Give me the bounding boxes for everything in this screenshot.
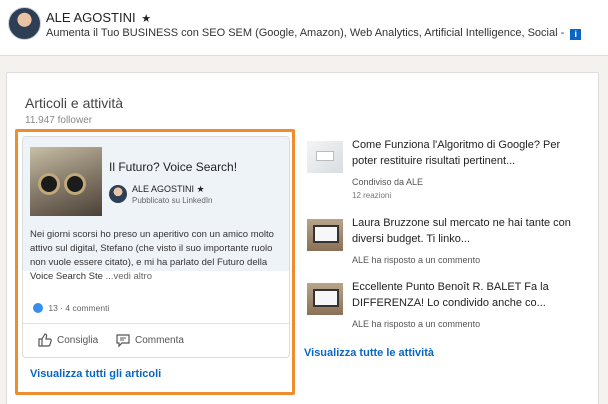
laptop-thumbnail[interactable] [307, 283, 343, 315]
article-card[interactable]: Il Futuro? Voice Search! ALE AGOSTINI ★ … [22, 136, 290, 358]
activity-meta: ALE ha risposto a un commento [352, 255, 481, 265]
comment-button-label[interactable]: Commenta [135, 335, 184, 346]
divider [23, 323, 289, 324]
articles-activity-card: Articoli e attività 11.947 follower Il F… [6, 72, 599, 404]
article-published: Pubblicato su LinkedIn [132, 196, 213, 205]
see-all-activities-link[interactable]: Visualizza tutte le attività [304, 347, 434, 359]
comment-icon [116, 334, 130, 348]
profile-name-text[interactable]: ALE AGOSTINI [46, 10, 136, 25]
profile-headline: Aumenta il Tuo BUSINESS con SEO SEM (Goo… [46, 27, 582, 40]
profile-headline-text: Aumenta il Tuo BUSINESS con SEO SEM (Goo… [46, 27, 565, 39]
article-thumbnail[interactable] [30, 147, 102, 216]
article-preview[interactable]: Il Futuro? Voice Search! ALE AGOSTINI ★ … [23, 137, 289, 282]
google-screen-thumbnail[interactable] [307, 141, 343, 173]
activity-title[interactable]: Laura Bruzzone sul mercato ne hai tante … [352, 215, 582, 247]
follower-count: 11.947 follower [25, 115, 93, 126]
activity-title[interactable]: Come Funziona l'Algoritmo di Google? Per… [352, 137, 582, 169]
activity-reactions[interactable]: 12 reazioni [352, 191, 391, 200]
info-icon: i [570, 29, 582, 40]
article-stats[interactable]: 13 · 4 commenti [33, 303, 109, 313]
activity-title[interactable]: Eccellente Punto Benoît R. BALET Fa la D… [352, 279, 582, 311]
article-author: ALE AGOSTINI ★ [132, 184, 205, 194]
activity-meta: ALE ha risposto a un commento [352, 319, 481, 329]
highlighted-articles-region: Il Futuro? Voice Search! ALE AGOSTINI ★ … [15, 129, 295, 395]
like-reaction-icon [33, 303, 43, 313]
activity-item[interactable]: Laura Bruzzone sul mercato ne hai tante … [307, 213, 587, 273]
author-avatar [109, 185, 127, 203]
comment-button[interactable]: Commenta [115, 332, 184, 348]
profile-header: ALE AGOSTINI ★ Aumenta il Tuo BUSINESS c… [0, 0, 608, 56]
laptop-thumbnail[interactable] [307, 219, 343, 251]
profile-name[interactable]: ALE AGOSTINI ★ [46, 10, 151, 25]
see-all-articles-link[interactable]: Visualizza tutti gli articoli [30, 368, 161, 380]
activity-meta: Condiviso da ALE [352, 177, 424, 187]
star-icon: ★ [141, 13, 152, 25]
activity-item[interactable]: Come Funziona l'Algoritmo di Google? Per… [307, 135, 587, 200]
avatar[interactable] [8, 7, 41, 40]
section-title: Articoli e attività [25, 95, 124, 111]
thumbs-up-icon [38, 333, 52, 347]
like-button-label[interactable]: Consiglia [57, 335, 98, 346]
article-stats-text[interactable]: 13 · 4 commenti [48, 303, 109, 313]
like-button[interactable]: Consiglia [37, 332, 98, 348]
binoculars-lens-right [64, 173, 86, 195]
see-more-link[interactable]: ...vedi altro [106, 271, 152, 282]
article-excerpt: Nei giorni scorsi ho preso un aperitivo … [30, 228, 282, 284]
binoculars-lens-left [38, 173, 60, 195]
article-title[interactable]: Il Futuro? Voice Search! [109, 160, 237, 174]
activity-item[interactable]: Eccellente Punto Benoît R. BALET Fa la D… [307, 277, 587, 337]
